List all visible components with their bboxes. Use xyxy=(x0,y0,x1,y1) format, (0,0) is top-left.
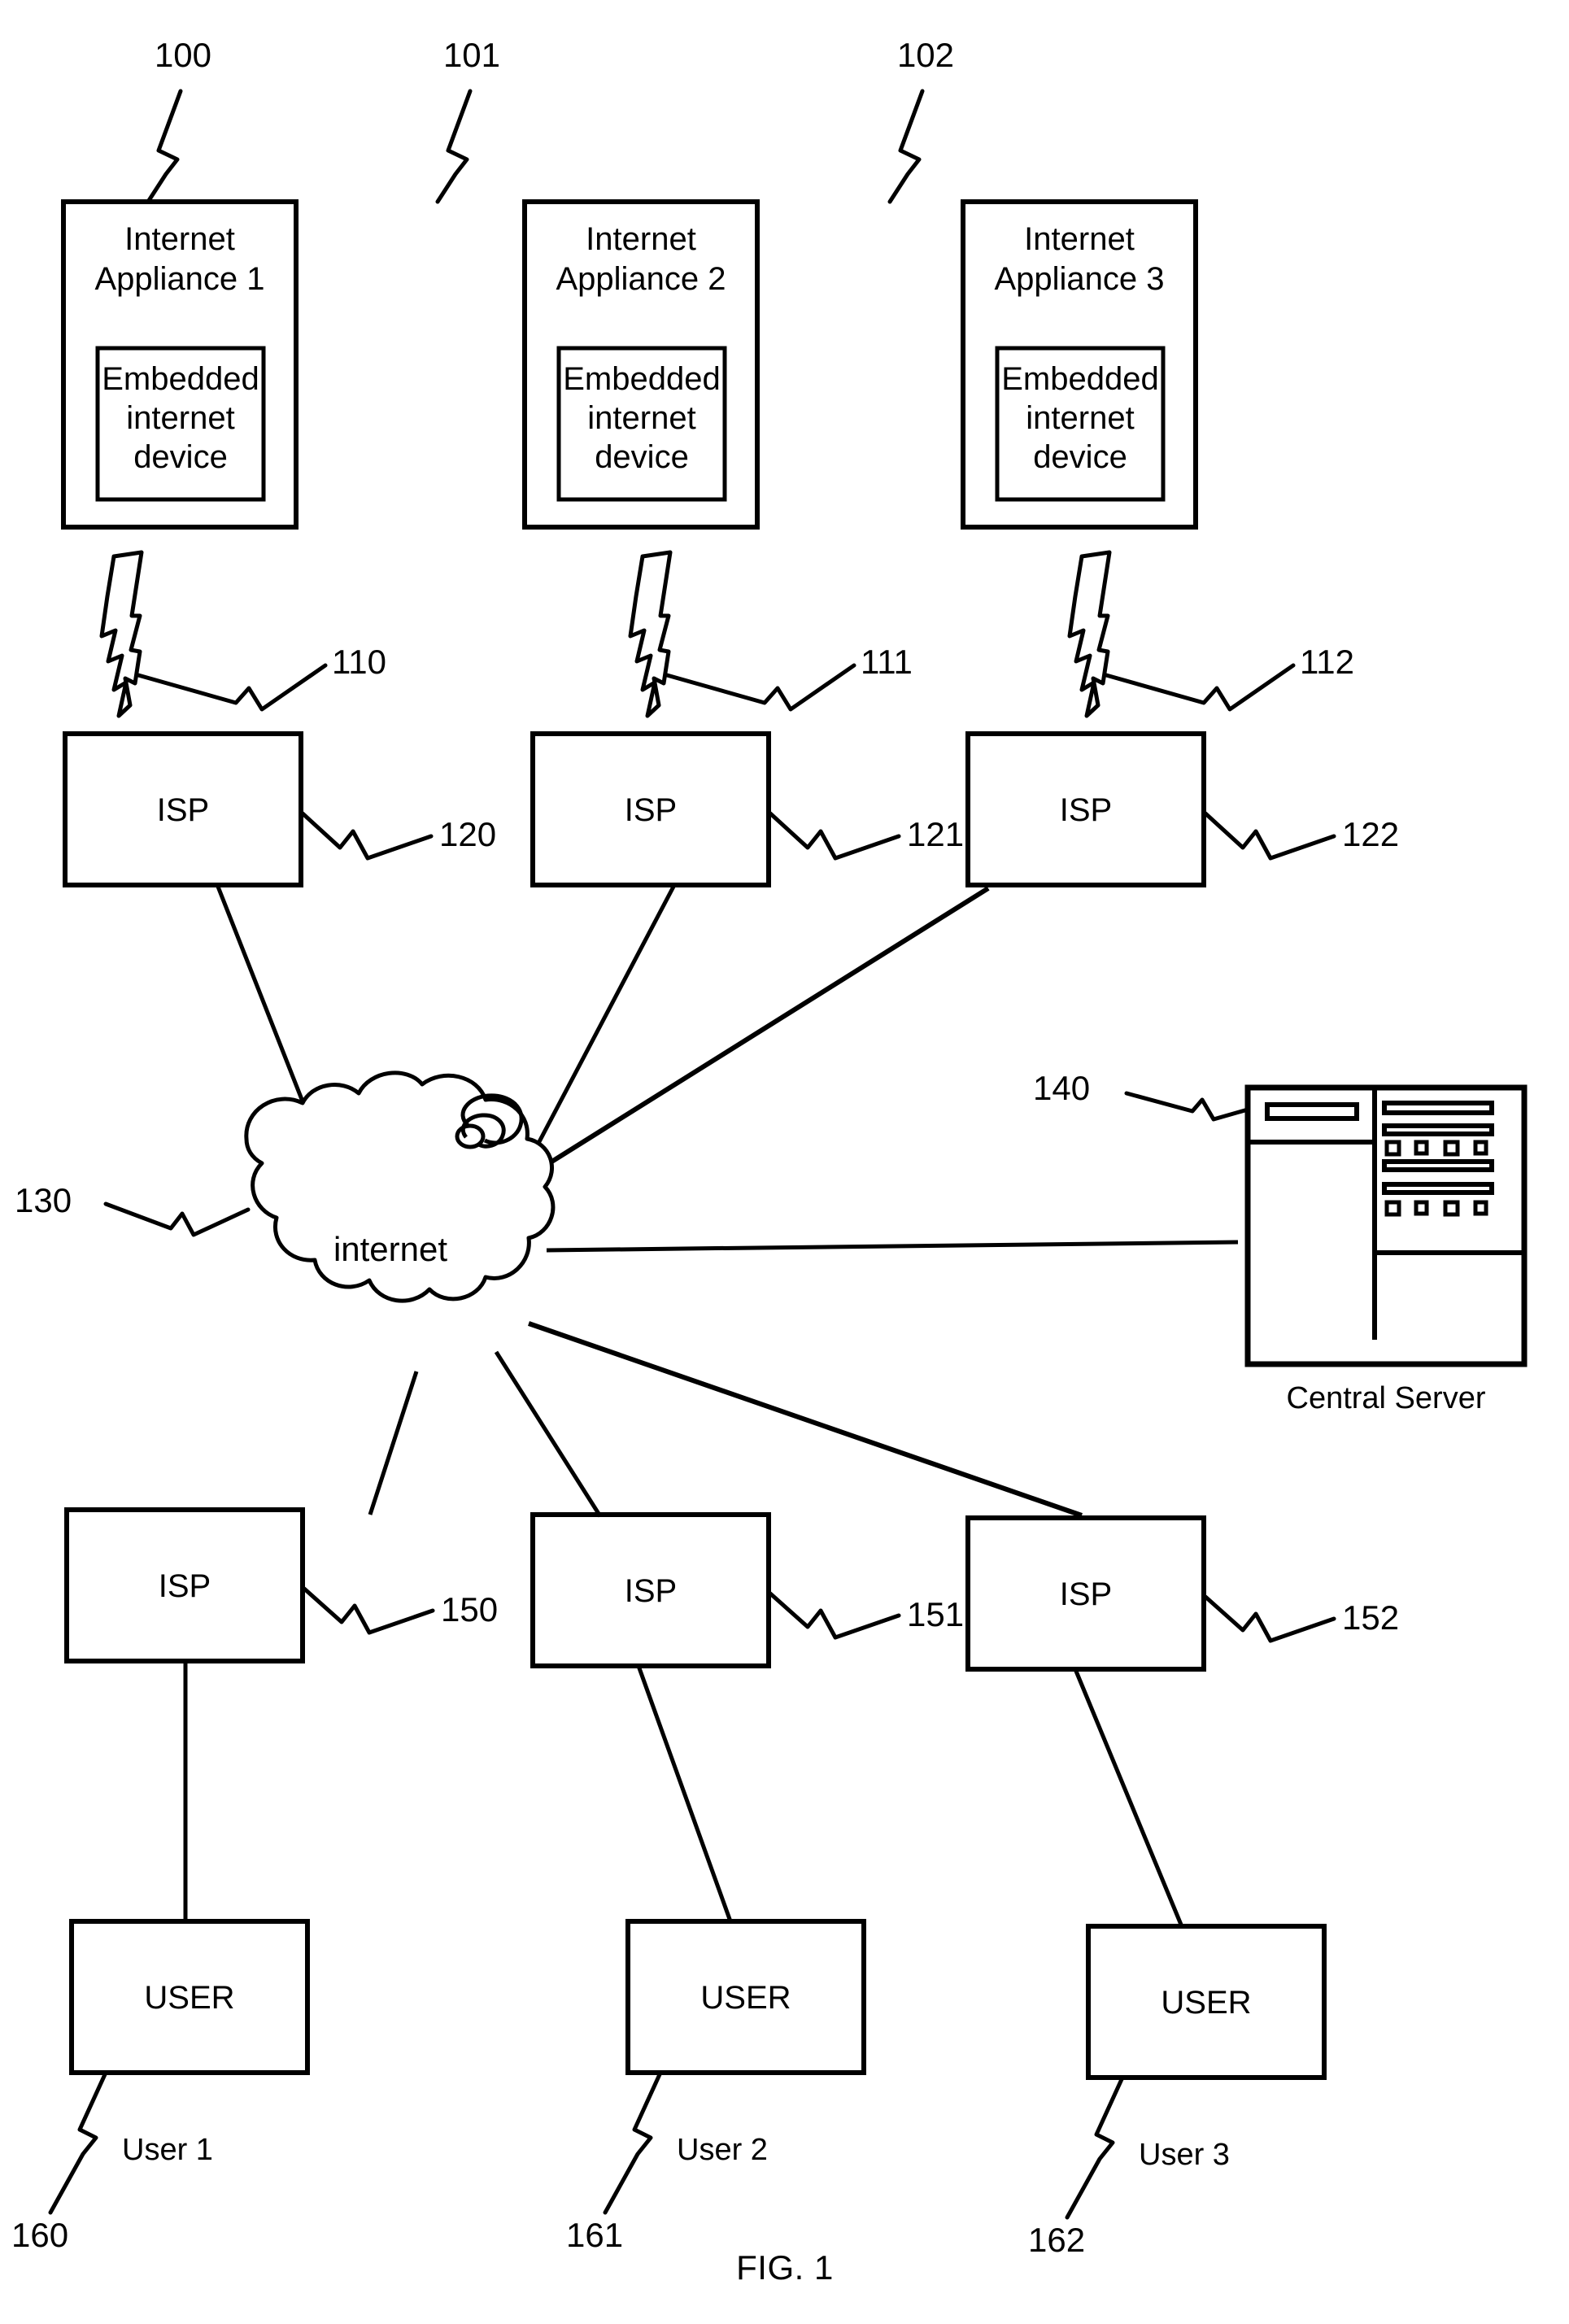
leader-ref-162 xyxy=(1065,2075,1125,2220)
appliance-title-1-line2: Appliance 1 xyxy=(94,261,265,297)
ref-number-110: 110 xyxy=(332,643,386,681)
link-isp152-to-user3 xyxy=(1073,1668,1183,1925)
isp-label-121: ISP xyxy=(624,792,678,828)
embedded-device-2-line3: device xyxy=(595,439,689,475)
leader-ref-100 xyxy=(146,89,183,204)
lightning-bolt-icon-112 xyxy=(1067,550,1112,718)
ref-number-102: 102 xyxy=(896,36,955,74)
embedded-device-3-line3: device xyxy=(1033,439,1127,475)
link-isp122-to-internet xyxy=(545,886,990,1167)
embedded-device-1-line2: internet xyxy=(126,400,235,436)
ref-number-130: 130 xyxy=(15,1181,72,1219)
server-tower-icon[interactable] xyxy=(1244,1084,1528,1367)
user-label-1: USER xyxy=(144,1980,235,2016)
ref-number-111: 111 xyxy=(861,643,913,681)
ref-number-150: 150 xyxy=(441,1590,499,1629)
ref-number-121: 121 xyxy=(907,815,965,853)
isp-label-120: ISP xyxy=(156,792,210,828)
user-caption-3: User 3 xyxy=(1139,2138,1230,2172)
link-isp121-to-internet xyxy=(525,885,676,1166)
appliance-title-2-line2: Appliance 2 xyxy=(556,261,726,297)
ref-number-160: 160 xyxy=(11,2216,69,2254)
user-caption-2: User 2 xyxy=(677,2133,768,2167)
leader-ref-152 xyxy=(1203,1594,1336,1643)
leader-ref-140 xyxy=(1124,1091,1250,1122)
leader-ref-101 xyxy=(435,89,473,204)
isp-label-151: ISP xyxy=(624,1573,678,1609)
isp-label-150: ISP xyxy=(158,1568,211,1604)
leader-ref-102 xyxy=(887,89,925,204)
user-label-2: USER xyxy=(700,1980,791,2016)
leader-ref-151 xyxy=(768,1591,901,1640)
lightning-bolt-icon-111 xyxy=(628,550,673,718)
embedded-device-3-line2: internet xyxy=(1026,400,1135,436)
ref-number-140: 140 xyxy=(1033,1069,1091,1107)
ref-number-101: 101 xyxy=(442,36,501,74)
leader-ref-111 xyxy=(665,663,856,712)
leader-ref-130 xyxy=(103,1201,251,1237)
ref-number-122: 122 xyxy=(1342,815,1400,853)
link-internet-to-isp151 xyxy=(494,1350,603,1518)
appliance-title-3-line2: Appliance 3 xyxy=(994,261,1165,297)
ref-number-120: 120 xyxy=(439,815,497,853)
embedded-device-1-line1: Embedded xyxy=(102,361,259,397)
figure-caption: FIG. 1 xyxy=(736,2248,834,2287)
embedded-device-3-line1: Embedded xyxy=(1001,361,1159,397)
link-internet-to-isp150 xyxy=(368,1371,419,1515)
embedded-device-2-line2: internet xyxy=(587,400,696,436)
ref-number-100: 100 xyxy=(154,36,212,74)
appliance-title-2-line1: Internet xyxy=(586,221,696,257)
ref-number-162: 162 xyxy=(1028,2221,1086,2259)
link-isp151-to-user2 xyxy=(636,1665,733,1922)
internet-cloud-label: internet xyxy=(333,1230,448,1268)
leader-ref-122 xyxy=(1203,811,1336,861)
patent-figure: 100 101 102 Internet Appliance 1 Embedde… xyxy=(0,0,1569,2324)
embedded-device-1-line3: device xyxy=(133,439,228,475)
leader-ref-121 xyxy=(768,811,901,861)
embedded-device-2-line1: Embedded xyxy=(563,361,721,397)
figure-line-art xyxy=(48,89,1528,2220)
central-server-caption: Central Server xyxy=(1286,1381,1486,1415)
appliance-title-1-line1: Internet xyxy=(124,221,235,257)
appliance-title-3-line1: Internet xyxy=(1024,221,1135,257)
ref-number-152: 152 xyxy=(1342,1598,1400,1637)
leader-ref-110 xyxy=(136,663,328,712)
leader-ref-161 xyxy=(603,2070,663,2215)
leader-ref-150 xyxy=(302,1586,435,1635)
lightning-bolt-icon-110 xyxy=(99,550,144,718)
link-internet-to-central-server xyxy=(546,1240,1239,1253)
leader-ref-160 xyxy=(48,2070,108,2215)
ref-number-151: 151 xyxy=(907,1595,965,1633)
user-label-3: USER xyxy=(1161,1985,1252,2021)
user-caption-1: User 1 xyxy=(122,2133,213,2167)
ref-number-112: 112 xyxy=(1300,643,1354,681)
link-internet-to-isp152 xyxy=(528,1321,1083,1518)
leader-ref-120 xyxy=(300,811,434,861)
leader-ref-112 xyxy=(1104,663,1296,712)
